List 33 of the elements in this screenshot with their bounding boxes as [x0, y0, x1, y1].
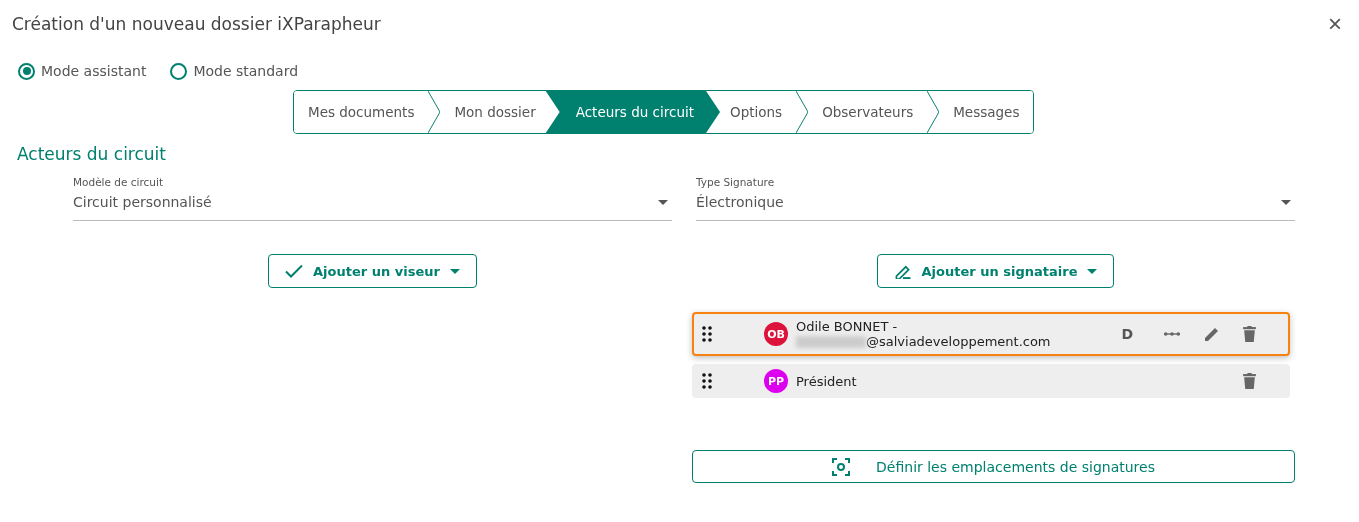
- signer-email: @salviadeveloppement.com: [866, 334, 1051, 349]
- radio-button[interactable]: [170, 62, 188, 80]
- signer-name: Président: [796, 373, 858, 389]
- select-field[interactable]: Modèle de circuit Circuit personnalisé: [73, 176, 672, 221]
- edit-icon[interactable]: [1203, 326, 1221, 342]
- delete-icon[interactable]: [1243, 373, 1256, 389]
- define-signature-button[interactable]: Définir les emplacements de signatures: [692, 450, 1295, 483]
- section-heading: Acteurs du circuit: [17, 144, 167, 164]
- radio-label: Mode standard: [193, 63, 299, 79]
- dialog-title: Création d'un nouveau dossier iXParapheur: [12, 14, 381, 34]
- step-tab[interactable]: Acteurs du circuit: [545, 91, 721, 133]
- drag-handle-icon[interactable]: [702, 326, 712, 342]
- caret-icon: [1087, 268, 1098, 274]
- caret-icon: [449, 268, 460, 274]
- signer-row[interactable]: OB Odile BONNET - @salviadeveloppement.com D: [692, 312, 1290, 356]
- close-button[interactable]: ×: [1328, 12, 1342, 36]
- add-button[interactable]: Ajouter un viseur: [268, 254, 477, 288]
- pen-icon: [893, 263, 912, 279]
- drag-handle-icon[interactable]: [702, 373, 712, 389]
- signer-type: D: [1121, 326, 1133, 342]
- signer-row[interactable]: PP Président: [692, 364, 1290, 398]
- delete-icon[interactable]: [1243, 326, 1256, 342]
- focus-icon: [832, 457, 851, 476]
- caret-icon: [1281, 200, 1291, 205]
- select-field[interactable]: Type Signature Électronique: [696, 176, 1295, 221]
- avatar: PP: [764, 369, 788, 393]
- signer-name: Odile BONNET -: [796, 319, 899, 334]
- add-button[interactable]: Ajouter un signataire: [876, 254, 1115, 288]
- radio-label: Mode assistant: [41, 63, 147, 79]
- check-icon: [285, 263, 304, 279]
- caret-icon: [658, 200, 668, 205]
- radio-button[interactable]: [18, 62, 35, 80]
- avatar: OB: [764, 322, 788, 346]
